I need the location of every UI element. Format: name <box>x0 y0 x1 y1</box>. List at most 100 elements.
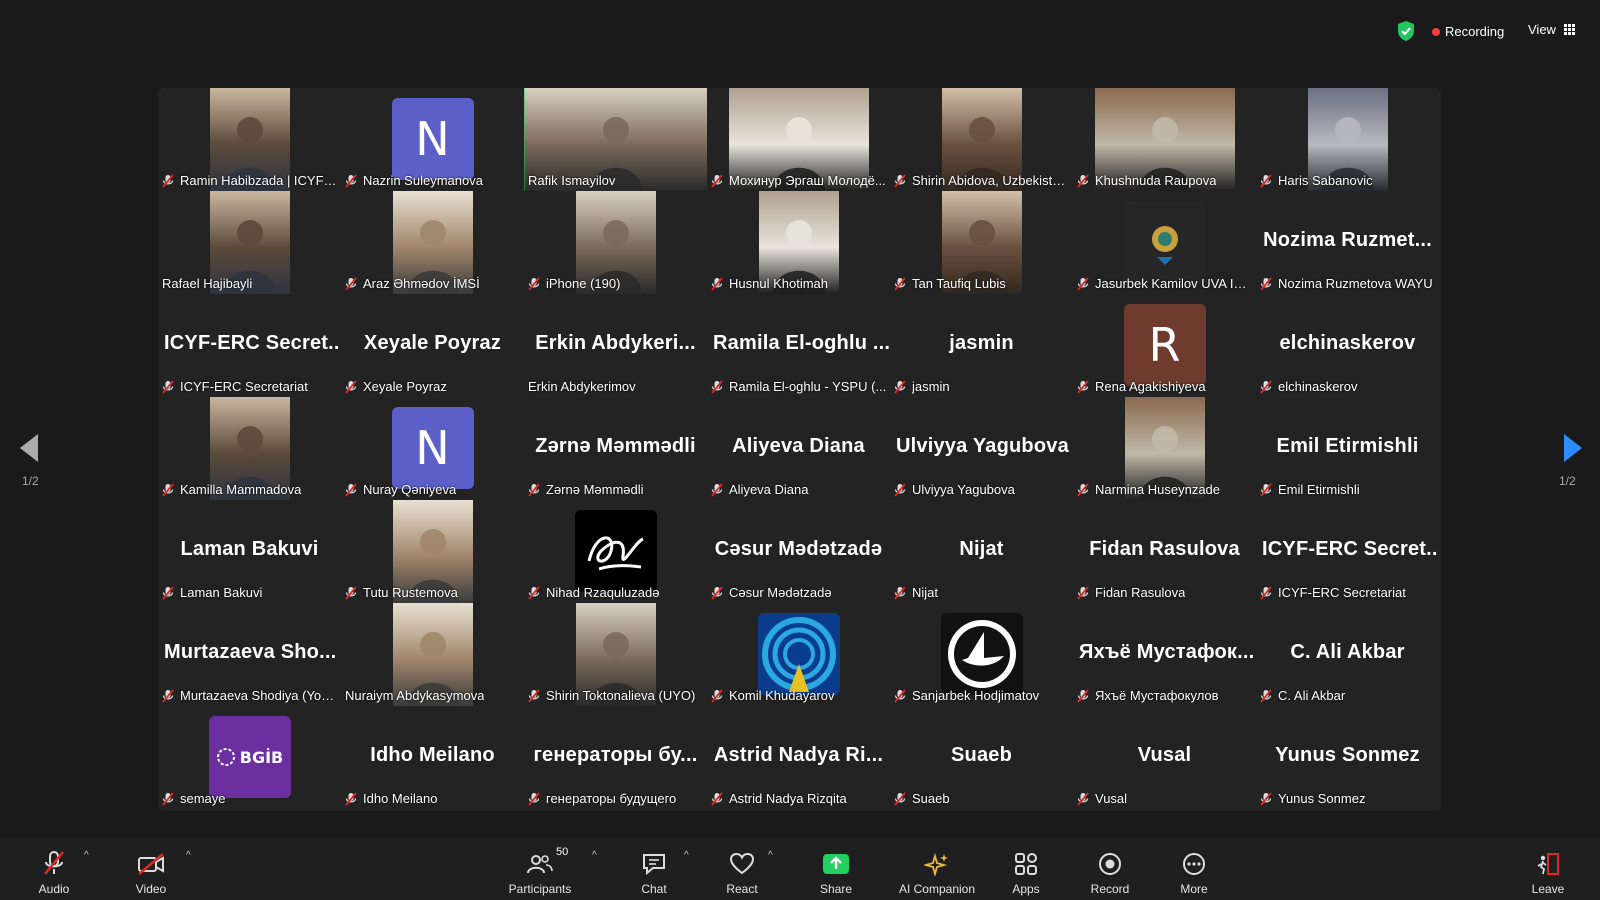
audio-options-chevron-icon[interactable]: ^ <box>84 850 89 861</box>
participant-tile[interactable]: Zərnə Məmmədli Zərnə Məmmədli <box>524 397 707 500</box>
share-screen-icon <box>823 854 849 874</box>
participant-tile[interactable]: jasmin jasmin <box>890 294 1073 397</box>
participant-tile[interactable]: R Rena Agakishiyeva <box>1073 294 1256 397</box>
leave-door-icon <box>1537 853 1559 875</box>
more-button[interactable]: More <box>1174 838 1214 900</box>
participant-name: Cəsur Mədətzadə <box>729 585 832 600</box>
participant-tile[interactable]: Emil Etirmishli Emil Etirmishli <box>1256 397 1439 500</box>
participant-display-name: Emil Etirmishli <box>1276 435 1419 457</box>
participant-tile[interactable]: C. Ali Akbar C. Ali Akbar <box>1256 603 1439 706</box>
participant-tile[interactable]: Xeyale Poyraz Xeyale Poyraz <box>341 294 524 397</box>
participant-nameplate: Narmina Huseynzade <box>1077 482 1220 497</box>
participant-tile[interactable]: Kamilla Mammadova <box>158 397 341 500</box>
participant-tile[interactable]: Ramin Habibzada | ICYF-E... <box>158 88 341 191</box>
muted-microphone-icon <box>894 482 906 497</box>
previous-page-arrow-icon[interactable] <box>20 434 38 462</box>
participants-label: Participants <box>508 882 572 896</box>
participant-nameplate: Nijat <box>894 585 938 600</box>
participant-tile[interactable]: Shirin Abidova, Uzbekista... <box>890 88 1073 191</box>
chat-button[interactable]: Chat <box>634 838 674 900</box>
participant-tile[interactable]: Shirin Toktonalieva (UYO) <box>524 603 707 706</box>
participant-name: Rena Agakishiyeva <box>1095 379 1206 394</box>
participant-tile[interactable]: Astrid Nadya Ri... Astrid Nadya Rizqita <box>707 706 890 809</box>
leave-button[interactable]: Leave <box>1528 838 1568 900</box>
muted-microphone-icon <box>1077 791 1089 806</box>
more-label: More <box>1180 882 1208 896</box>
participant-tile[interactable]: Ulviyya Yagubova Ulviyya Yagubova <box>890 397 1073 500</box>
participant-tile[interactable]: N Nazrin Suleymanova <box>341 88 524 191</box>
participant-display-name: Яхъё Мустафок... <box>1079 641 1255 663</box>
participant-nameplate: semaye <box>162 791 226 806</box>
participant-tile[interactable]: iPhone (190) <box>524 191 707 294</box>
participant-tile[interactable]: Tan Taufiq Lubis <box>890 191 1073 294</box>
video-options-chevron-icon[interactable]: ^ <box>186 850 191 861</box>
participant-tile[interactable]: Aliyeva Diana Aliyeva Diana <box>707 397 890 500</box>
page-indicator-right: 1/2 <box>1559 474 1576 488</box>
participant-gallery: Ramin Habibzada | ICYF-E... N Nazrin Suley… <box>158 88 1441 811</box>
participant-tile[interactable]: Husnul Khotimah <box>707 191 890 294</box>
participant-tile[interactable]: Nijat Nijat <box>890 500 1073 603</box>
participant-tile[interactable]: Rafik Ismayilov <box>524 88 707 191</box>
muted-microphone-icon <box>894 688 906 703</box>
participant-tile[interactable]: Yunus Sonmez Yunus Sonmez <box>1256 706 1439 809</box>
participant-tile[interactable]: Idho Meilano Idho Meilano <box>341 706 524 809</box>
react-options-chevron-icon[interactable]: ^ <box>768 850 773 861</box>
participant-tile[interactable]: Rafael Hajibayli <box>158 191 341 294</box>
participant-tile[interactable]: Vusal Vusal <box>1073 706 1256 809</box>
participant-tile[interactable]: BGİB semaye <box>158 706 341 809</box>
participant-tile[interactable]: Laman Bakuvi Laman Bakuvi <box>158 500 341 603</box>
participant-tile[interactable]: ICYF-ERC Secret... ICYF-ERC Secretariat <box>1256 500 1439 603</box>
participant-tile[interactable]: Fidan Rasulova Fidan Rasulova <box>1073 500 1256 603</box>
muted-microphone-icon <box>162 688 174 703</box>
video-button[interactable]: Video <box>131 838 171 900</box>
participant-tile[interactable]: Nihad Rzaquluzadə <box>524 500 707 603</box>
participant-tile[interactable]: Мохинур Эргаш Молодё... <box>707 88 890 191</box>
participant-tile[interactable]: Tutu Rustemova <box>341 500 524 603</box>
participant-name: Murtazaeva Shodiya (You... <box>180 688 338 703</box>
participant-tile[interactable]: Murtazaeva Sho... Murtazaeva Shodiya (You… <box>158 603 341 706</box>
record-button[interactable]: Record <box>1090 838 1130 900</box>
participant-tile[interactable]: Narmina Huseynzade <box>1073 397 1256 500</box>
apps-button[interactable]: Apps <box>1006 838 1046 900</box>
participants-options-chevron-icon[interactable]: ^ <box>592 850 597 861</box>
participant-tile[interactable]: Sanjarbek Hodjimatov <box>890 603 1073 706</box>
participant-tile[interactable]: Araz Əhmədov İMSİ <box>341 191 524 294</box>
next-page-arrow-icon[interactable] <box>1564 434 1582 462</box>
react-button[interactable]: React <box>722 838 762 900</box>
participant-tile[interactable]: Ramila El-oghlu ... Ramila El-oghlu - YSP… <box>707 294 890 397</box>
recording-indicator[interactable]: Recording <box>1432 24 1504 39</box>
participant-name: Astrid Nadya Rizqita <box>729 791 847 806</box>
participant-nameplate: Laman Bakuvi <box>162 585 262 600</box>
participant-name: Yunus Sonmez <box>1278 791 1366 806</box>
view-button[interactable]: View <box>1528 22 1575 37</box>
participant-display-name: Yunus Sonmez <box>1275 744 1420 766</box>
leave-label: Leave <box>1531 882 1565 896</box>
participant-tile[interactable]: Erkin Abdykeri... Erkin Abdykerimov <box>524 294 707 397</box>
participant-tile[interactable]: Jasurbek Kamilov UVA Int... <box>1073 191 1256 294</box>
muted-microphone-icon <box>345 482 357 497</box>
participant-name: Zərnə Məmmədli <box>546 482 644 497</box>
participant-display-name: генераторы бу... <box>533 744 698 766</box>
participant-name: Narmina Huseynzade <box>1095 482 1221 497</box>
participant-tile[interactable]: Khushnuda Raupova <box>1073 88 1256 191</box>
participant-tile[interactable]: Suaeb Suaeb <box>890 706 1073 809</box>
participant-tile[interactable]: Cəsur Mədətzadə Cəsur Mədətzadə <box>707 500 890 603</box>
share-button[interactable]: Share <box>816 838 856 900</box>
participant-tile[interactable]: Haris Sabanovic <box>1256 88 1439 191</box>
participant-tile[interactable]: Яхъё Мустафок... Яхъё Мустафокулов <box>1073 603 1256 706</box>
chat-options-chevron-icon[interactable]: ^ <box>684 850 689 861</box>
participant-name: iPhone (190) <box>546 276 621 291</box>
ai-companion-button[interactable]: AI Companion <box>892 838 982 900</box>
participant-tile[interactable]: Nozima Ruzmet... Nozima Ruzmetova WAYU <box>1256 191 1439 294</box>
participant-tile[interactable]: Nuraiym Abdykasymova <box>341 603 524 706</box>
participant-tile[interactable]: генераторы бу... генераторы будущего <box>524 706 707 809</box>
participant-name: Мохинур Эргаш Молодё... <box>729 173 886 188</box>
participant-display-name: Murtazaeva Sho... <box>164 641 337 663</box>
audio-button[interactable]: Audio <box>34 838 74 900</box>
shield-check-icon[interactable] <box>1396 20 1416 42</box>
participant-nameplate: Idho Meilano <box>345 791 437 806</box>
participant-tile[interactable]: ICYF-ERC Secret... ICYF-ERC Secretariat <box>158 294 341 397</box>
participant-tile[interactable]: elchinaskerov elchinaskerov <box>1256 294 1439 397</box>
participant-tile[interactable]: N Nuray Qəniyeva <box>341 397 524 500</box>
participant-tile[interactable]: Komil Khudayarov <box>707 603 890 706</box>
